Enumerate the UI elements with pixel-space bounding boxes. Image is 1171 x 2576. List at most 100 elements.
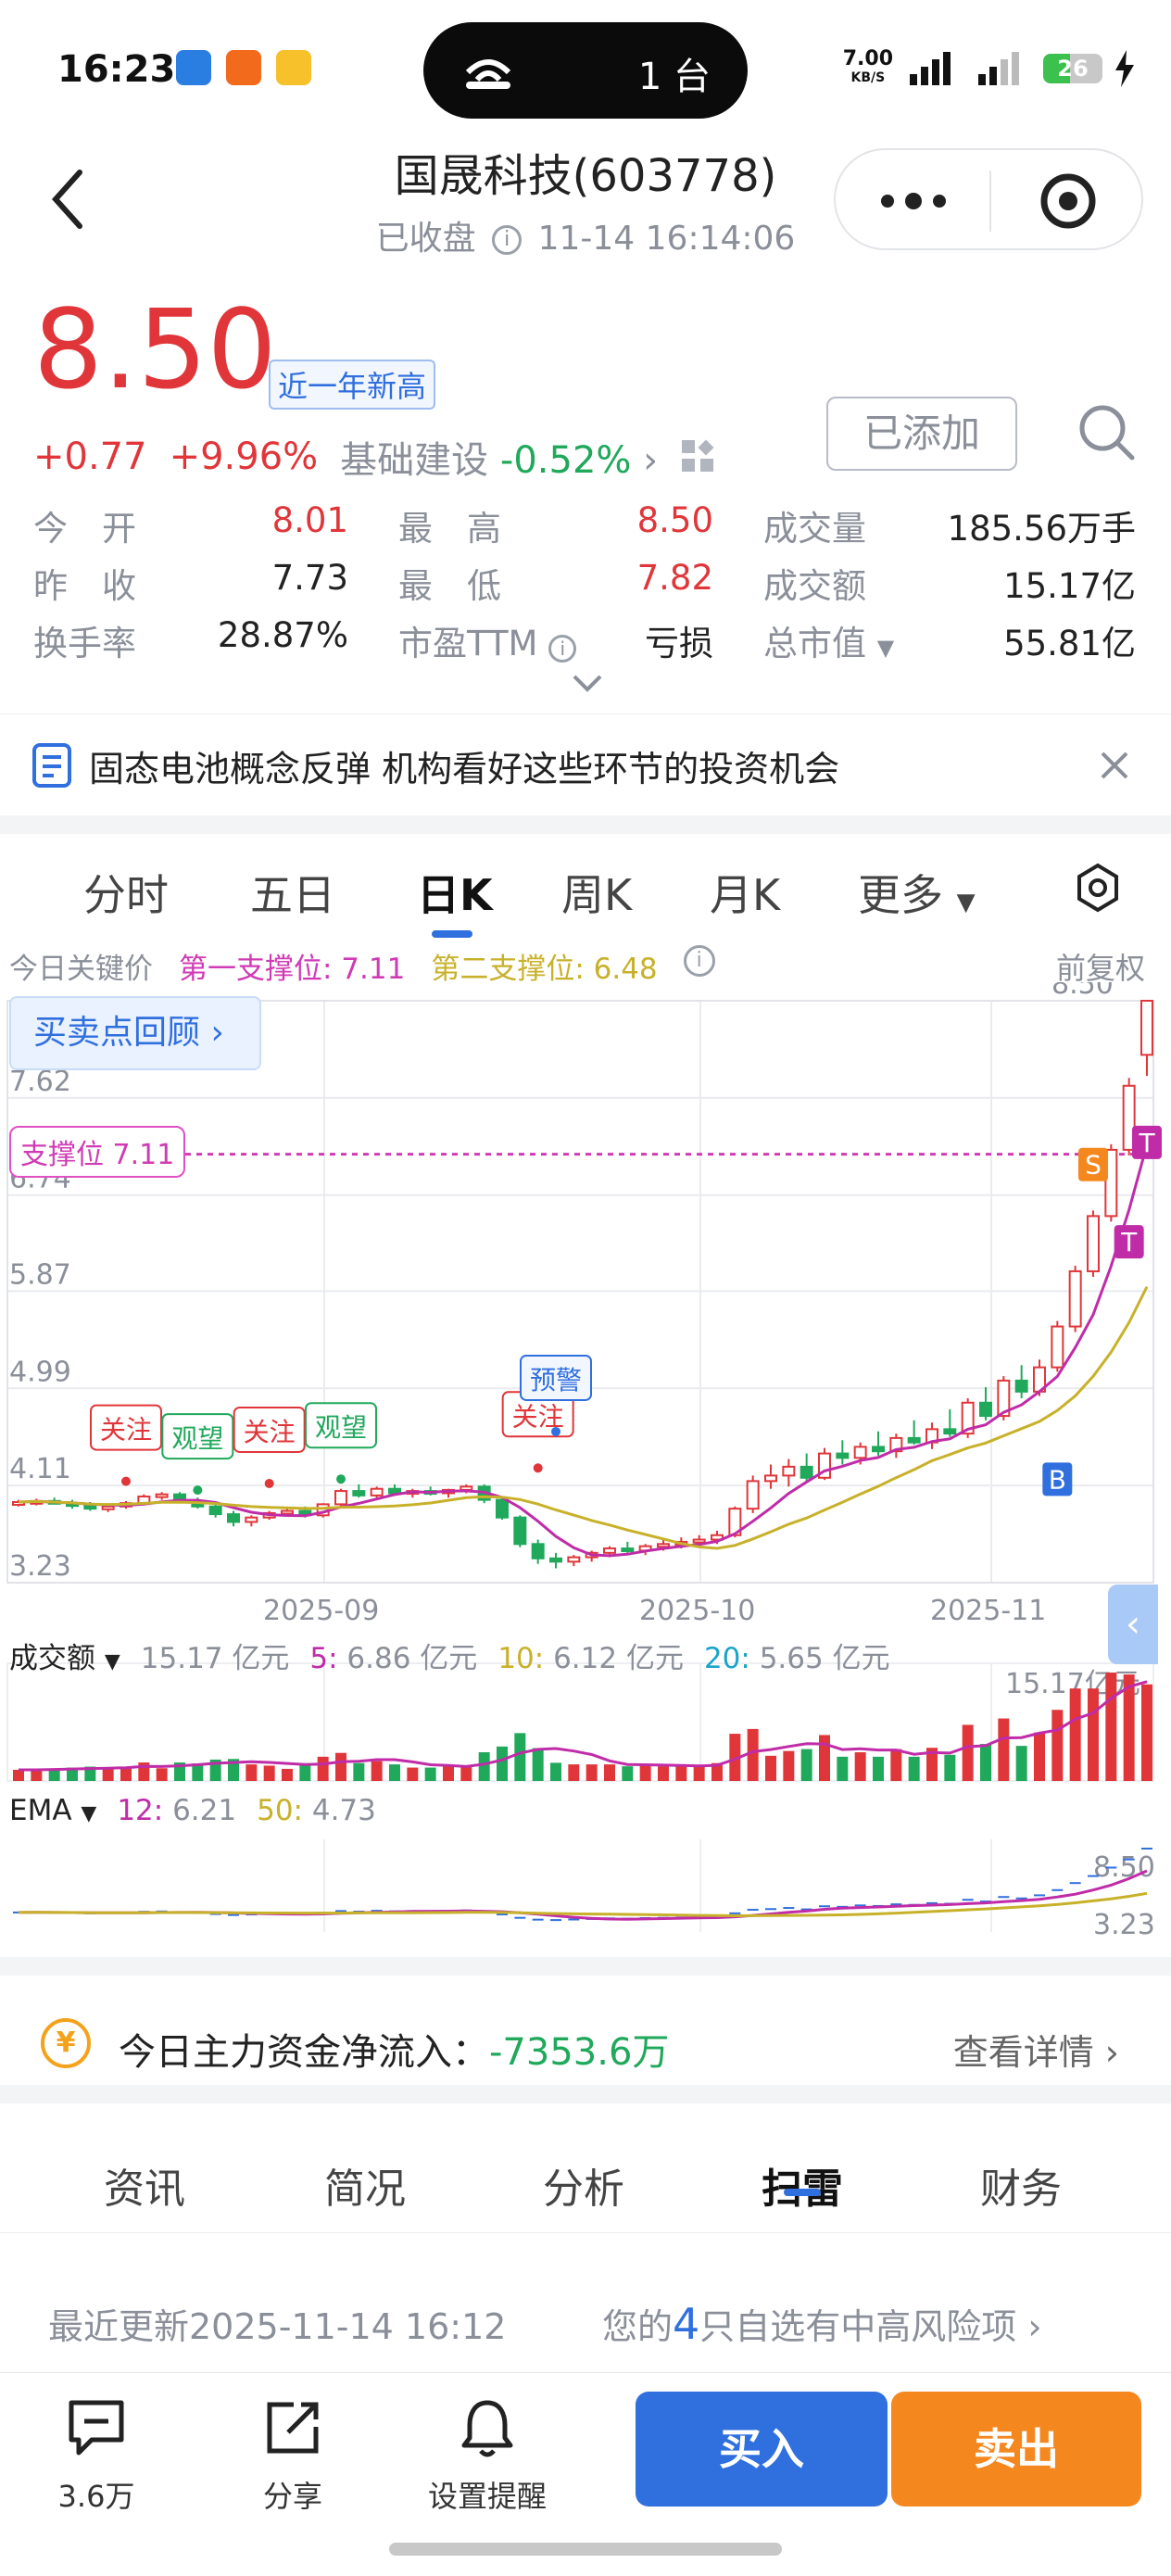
comment-icon — [69, 2400, 124, 2456]
more-dots-icon[interactable] — [878, 187, 949, 215]
volume-bar — [622, 1766, 634, 1781]
tab-financials[interactable]: 财务 — [980, 2155, 1062, 2215]
tab-profile[interactable]: 简况 — [324, 2155, 406, 2215]
tab-weekly-k[interactable]: 周K — [561, 862, 632, 923]
sector-link[interactable]: 基础建设 -0.52% › — [340, 430, 658, 484]
volume-bar — [819, 1735, 830, 1781]
tab-news[interactable]: 资讯 — [104, 2155, 185, 2215]
volume-bar — [1015, 1746, 1027, 1781]
take-profit-marker-label: T — [1120, 1227, 1138, 1257]
tab-daily-k[interactable]: 日K — [417, 862, 493, 923]
news-doc-icon — [32, 743, 71, 788]
ema-selector[interactable]: EMA ▼ — [9, 1794, 96, 1827]
grid-apps-icon[interactable] — [680, 438, 717, 475]
y-tick-label: 8.50 — [1051, 982, 1114, 1001]
set-alert-button[interactable]: 设置提醒 — [413, 2395, 561, 2516]
candle-body — [1068, 1269, 1082, 1328]
volume-bar — [873, 1756, 884, 1781]
volume-bar — [335, 1752, 346, 1781]
support-tag: 支撑位 7.11 — [9, 1126, 186, 1178]
tab-five-day[interactable]: 五日 — [250, 862, 335, 923]
section-divider — [0, 1957, 1171, 1976]
volume-selector[interactable]: 成交额 ▼ — [9, 1635, 120, 1676]
dynamic-island[interactable]: 1 台 — [423, 22, 748, 119]
volume-bar — [693, 1766, 705, 1781]
quote-high: 最 高 8.50 — [398, 500, 713, 549]
volume-bar — [460, 1766, 472, 1781]
signal-icon — [910, 52, 951, 85]
volume-bar — [514, 1733, 526, 1781]
signal-label: 预警 — [530, 1365, 582, 1395]
info-icon[interactable]: i — [492, 225, 523, 255]
risk-watchlist-link[interactable]: 您的4只自选有中高风险项 › — [602, 2298, 1042, 2349]
volume-bar — [120, 1767, 132, 1781]
collapse-left-tab[interactable]: ‹ — [1108, 1585, 1158, 1664]
tab-monthly-k[interactable]: 月K — [710, 862, 780, 923]
x-tick-label: 2025-10 — [639, 1595, 755, 1627]
tab-intraday[interactable]: 分时 — [83, 862, 169, 923]
candle-body — [1051, 1325, 1064, 1369]
tab-more[interactable]: 更多 ▼ — [858, 862, 976, 923]
info-icon[interactable]: i — [683, 945, 715, 977]
signal-label: 观望 — [171, 1423, 223, 1454]
message-app-icon — [226, 50, 261, 85]
volume-header: 成交额 ▼ 15.17 亿元 5: 6.86 亿元 10: 6.12 亿元 20… — [9, 1635, 890, 1676]
candle-body — [281, 1509, 294, 1515]
volume-bar — [675, 1766, 687, 1781]
news-banner[interactable]: 固态电池概念反弹 机构看好这些环节的投资机会 — [0, 713, 1171, 815]
signal-dot — [121, 1476, 131, 1486]
volume-bar — [478, 1752, 490, 1781]
candle-body — [227, 1513, 240, 1523]
volume-bar — [586, 1764, 598, 1781]
news-headline[interactable]: 固态电池概念反弹 机构看好这些环节的投资机会 — [89, 740, 839, 791]
info-tabs: 资讯 简况 分析 扫雷 财务 — [0, 2122, 1171, 2233]
update-row: 最近更新2025-11-14 16:12 您的4只自选有中高风险项 › — [0, 2279, 1171, 2354]
volume-bar — [800, 1749, 812, 1781]
new-high-badge: 近一年新高 — [269, 360, 436, 410]
clock: 16:23 — [57, 48, 176, 91]
y-tick-label: 4.11 — [9, 1453, 71, 1485]
volume-bar — [282, 1768, 293, 1781]
volume-bar — [407, 1767, 419, 1781]
share-button[interactable]: 分享 — [219, 2395, 367, 2516]
yuan-coin-icon: ¥ — [41, 2018, 91, 2068]
info-icon: i — [548, 635, 577, 663]
volume-bar — [962, 1724, 974, 1781]
expand-chevron-icon[interactable] — [571, 673, 604, 693]
tab-analysis[interactable]: 分析 — [543, 2155, 624, 2215]
volume-bar — [443, 1766, 454, 1781]
search-icon[interactable] — [1075, 400, 1140, 465]
quote-market-cap[interactable]: 总市值 ▼ 55.81亿 — [763, 615, 1136, 665]
review-button[interactable]: 买卖点回顾 › — [9, 996, 261, 1070]
volume-bar — [156, 1768, 168, 1781]
close-icon[interactable] — [1099, 750, 1130, 781]
signal-dot — [533, 1463, 543, 1473]
ma-line-short — [18, 1144, 1149, 1558]
candle-body — [872, 1446, 885, 1453]
candle-body — [567, 1556, 581, 1563]
support-2: 第二支撑位: 6.48 — [431, 953, 658, 986]
buy-button[interactable]: 买入 — [636, 2392, 888, 2507]
tab-risk-scan[interactable]: 扫雷 — [762, 2155, 843, 2215]
volume-bar — [837, 1756, 849, 1781]
y-tick-label: 7.62 — [9, 1066, 71, 1098]
candle-body — [208, 1505, 222, 1516]
sell-button[interactable]: 卖出 — [891, 2392, 1141, 2507]
volume-bar — [980, 1744, 991, 1781]
volume-bar — [317, 1756, 329, 1781]
settings-hex-icon[interactable] — [1075, 862, 1121, 914]
close-target-icon[interactable] — [1038, 170, 1099, 232]
home-indicator[interactable] — [389, 2543, 782, 2556]
status-right: 7.00 KB/S 26 — [843, 48, 1134, 89]
price-change: +0.77 — [33, 436, 147, 478]
volume-bar — [263, 1765, 275, 1781]
added-watchlist-button[interactable]: 已添加 — [826, 397, 1017, 471]
comments-button[interactable]: 3.6万 — [22, 2395, 170, 2516]
volume-bar — [13, 1769, 24, 1781]
capital-flow-row[interactable]: ¥ 今日主力资金净流入：-7353.6万 查看详情 › — [0, 1974, 1171, 2103]
view-details-link[interactable]: 查看详情 › — [953, 2024, 1119, 2075]
volume-bar — [639, 1764, 651, 1781]
volume-bar — [1141, 1684, 1152, 1781]
volume-bar — [532, 1748, 544, 1781]
candle-body — [155, 1493, 169, 1498]
